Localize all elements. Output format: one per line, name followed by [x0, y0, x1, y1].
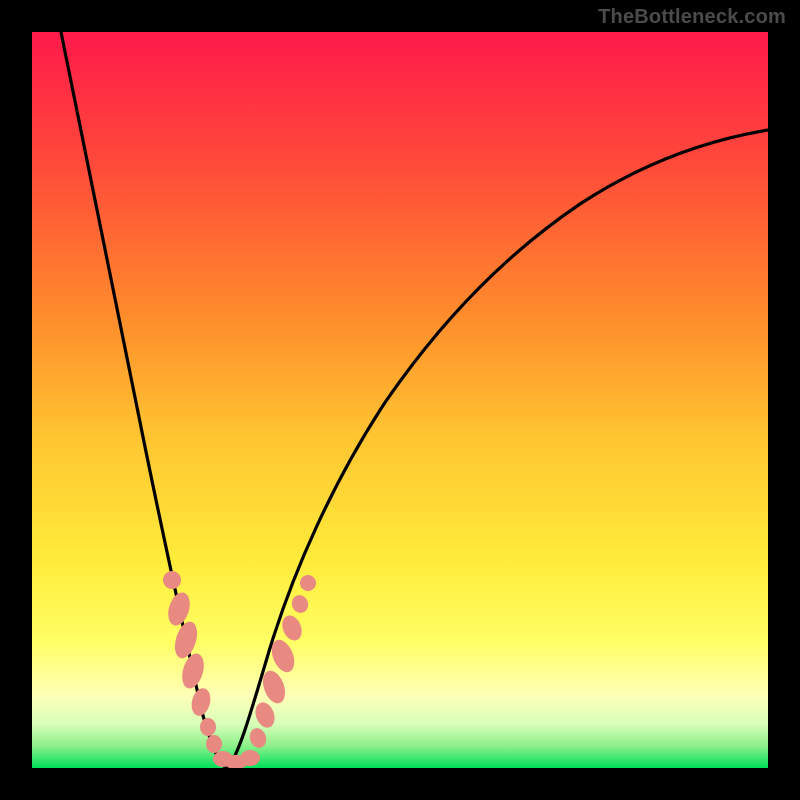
highlight-dot	[206, 735, 222, 753]
watermark-text: TheBottleneck.com	[598, 6, 786, 29]
chart-frame: TheBottleneck.com	[0, 0, 800, 800]
highlight-dot	[163, 571, 181, 589]
gradient-background	[32, 32, 768, 768]
highlight-dot	[200, 718, 216, 736]
plot-area	[32, 32, 768, 768]
chart-svg	[32, 32, 768, 768]
highlight-dot	[300, 575, 316, 591]
highlight-dot	[240, 750, 260, 766]
